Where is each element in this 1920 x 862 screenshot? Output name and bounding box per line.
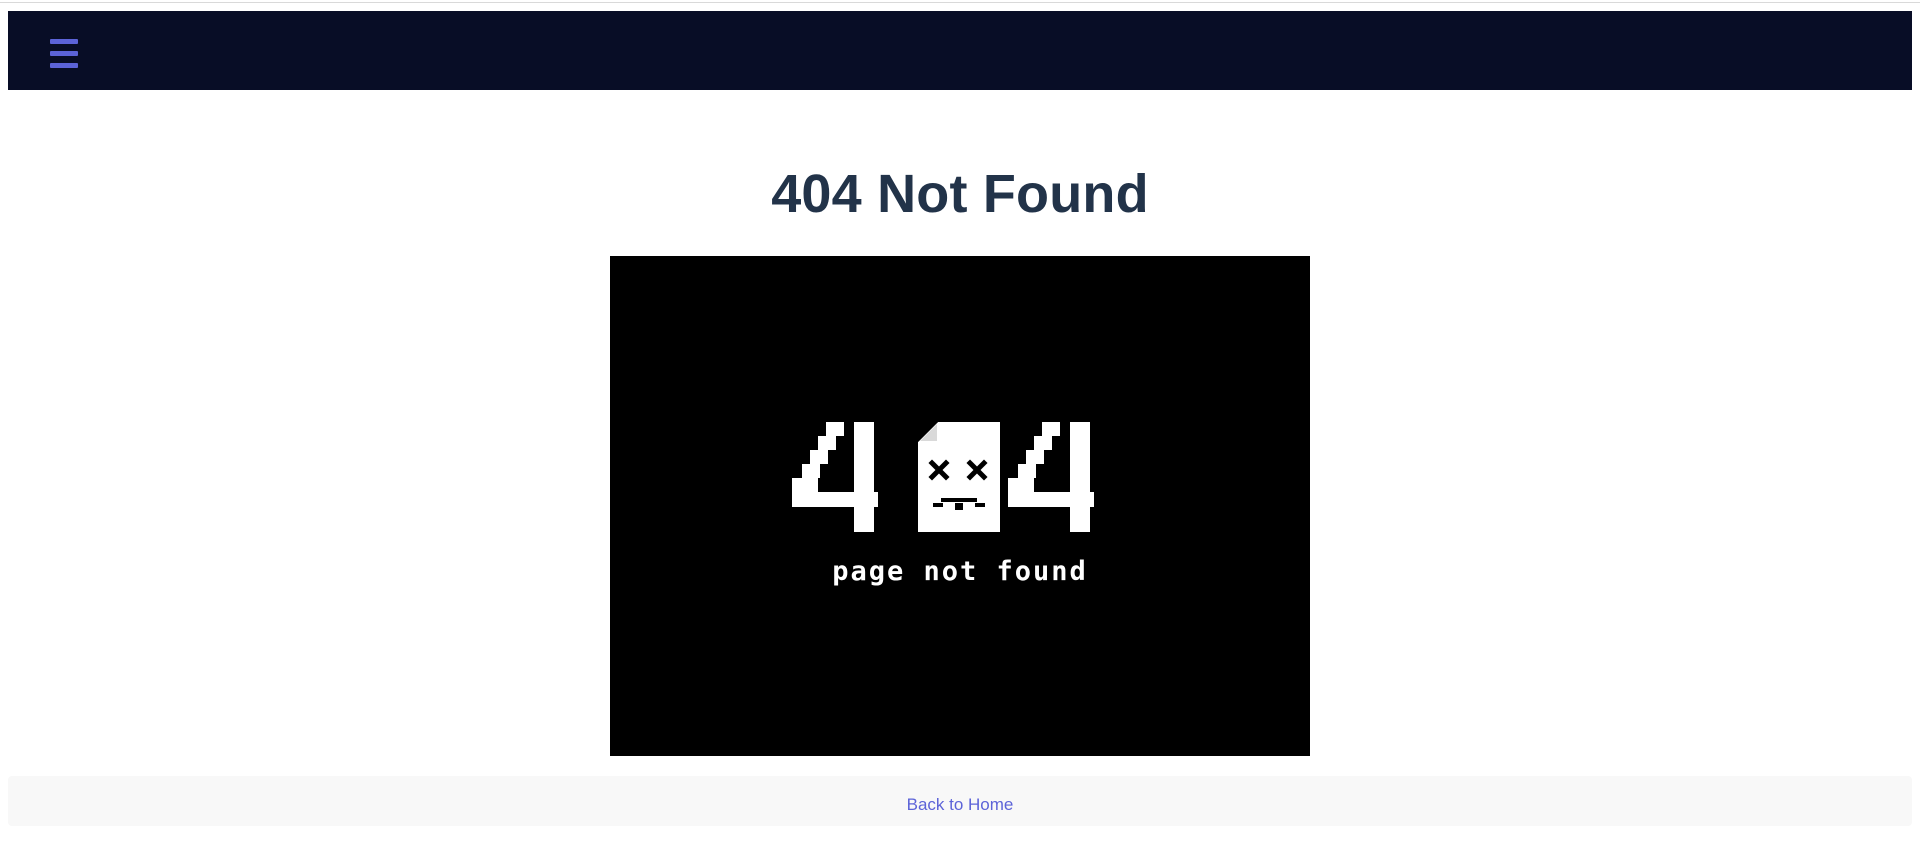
page-not-found-caption: page not found <box>832 556 1088 587</box>
top-navbar <box>8 11 1912 90</box>
footer-bar: Back to Home <box>8 776 1912 826</box>
pixel-four-left <box>792 422 878 532</box>
pixel-four-right <box>1008 422 1094 532</box>
back-to-home-link[interactable]: Back to Home <box>907 795 1014 814</box>
sad-document-icon <box>918 422 1000 532</box>
404-error-illustration: page not found <box>610 256 1310 756</box>
hamburger-menu-icon[interactable] <box>40 34 86 74</box>
page-title: 404 Not Found <box>771 164 1149 224</box>
menu-button[interactable] <box>40 34 86 74</box>
top-rule <box>0 0 1920 3</box>
